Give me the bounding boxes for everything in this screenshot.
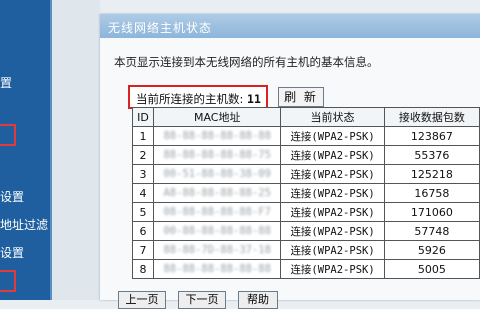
cell-status: 连接(WPA2-PSK) xyxy=(280,240,385,260)
cell-packets: 125218 xyxy=(383,164,480,184)
panel-title: 无线网络主机状态 xyxy=(108,21,213,35)
table-row: 3 00-51-88-88-38-09 连接(WPA2-PSK) 125218 xyxy=(131,164,480,184)
table-row: 8 88-88-88-88-88-88 连接(WPA2-PSK) 5005 xyxy=(131,259,480,279)
cell-packets: 123867 xyxy=(383,126,480,146)
cell-id: 1 xyxy=(131,126,155,146)
sidebar-item-label: 地址过滤 xyxy=(0,218,49,232)
cell-packets: 55376 xyxy=(383,145,480,165)
cell-id: 7 xyxy=(131,240,155,260)
help-button[interactable]: 帮助 xyxy=(238,291,278,309)
host-count-value: 11 xyxy=(247,92,261,106)
table-row: 2 88-88-88-88-88-75 连接(WPA2-PSK) 55376 xyxy=(131,145,480,165)
table-row: 6 00-88-88-88-88-88 连接(WPA2-PSK) 57748 xyxy=(131,221,480,241)
table-row: 5 08-88-88-88-88-F7 连接(WPA2-PSK) 171060 xyxy=(131,202,480,222)
cell-status: 连接(WPA2-PSK) xyxy=(280,183,385,203)
panel-header: 无线网络主机状态 xyxy=(100,14,480,38)
cell-id: 4 xyxy=(131,183,155,203)
cell-mac: 88-88-88-88-88-88 xyxy=(153,259,282,279)
cell-mac: A8-88-88-88-88-25 xyxy=(153,183,282,203)
col-header-status: 当前状态 xyxy=(280,107,385,127)
table-row: 4 A8-88-88-88-88-25 连接(WPA2-PSK) 16758 xyxy=(131,183,480,203)
sidebar-item-label: 设置 xyxy=(0,190,25,204)
cell-packets: 57748 xyxy=(383,221,480,241)
cell-mac: 00-88-88-88-88-88 xyxy=(153,221,282,241)
prev-page-button[interactable]: 上一页 xyxy=(118,291,166,309)
cell-id: 2 xyxy=(131,145,155,165)
content-gutter xyxy=(52,0,100,300)
sidebar-highlight-marker xyxy=(0,270,16,292)
sidebar-item-partial-2[interactable]: 设置 xyxy=(0,188,24,205)
sidebar-item-partial-3[interactable]: 设置 xyxy=(0,244,24,261)
cell-status: 连接(WPA2-PSK) xyxy=(280,164,385,184)
cell-mac: 88-88-7D-88-37-18 xyxy=(153,240,282,260)
table-row: 1 88-88-88-88-88-88 连接(WPA2-PSK) 123867 xyxy=(131,126,480,146)
col-header-mac: MAC地址 xyxy=(153,107,282,127)
host-table: ID MAC地址 当前状态 接收数据包数 1 88-88-88-88-88-88 连… xyxy=(131,107,480,279)
sidebar-item-partial-1[interactable]: 置 xyxy=(0,74,12,91)
cell-packets: 5926 xyxy=(383,240,480,260)
sidebar: 置 设置 地址过滤 设置 xyxy=(0,0,52,300)
cell-id: 8 xyxy=(131,259,155,279)
table-header-row: ID MAC地址 当前状态 接收数据包数 xyxy=(131,107,480,127)
refresh-button[interactable]: 刷 新 xyxy=(278,87,324,107)
cell-id: 5 xyxy=(131,202,155,222)
col-header-id: ID xyxy=(131,107,155,127)
sidebar-item-label: 置 xyxy=(0,76,13,90)
cell-packets: 171060 xyxy=(383,202,480,222)
col-header-packets: 接收数据包数 xyxy=(383,107,480,127)
cell-mac: 08-88-88-88-88-F7 xyxy=(153,202,282,222)
cell-status: 连接(WPA2-PSK) xyxy=(280,145,385,165)
host-count-box: 当前所连接的主机数: 11 xyxy=(128,85,268,109)
cell-status: 连接(WPA2-PSK) xyxy=(280,221,385,241)
cell-status: 连接(WPA2-PSK) xyxy=(280,126,385,146)
sidebar-highlight-marker xyxy=(0,124,16,146)
cell-mac: 88-88-88-88-88-75 xyxy=(153,145,282,165)
panel-description: 本页显示连接到本无线网络的所有主机的基本信息。 xyxy=(114,55,379,69)
cell-id: 3 xyxy=(131,164,155,184)
cell-status: 连接(WPA2-PSK) xyxy=(280,259,385,279)
sidebar-item-address-filter[interactable]: 地址过滤 xyxy=(0,216,48,233)
cell-packets: 16758 xyxy=(383,183,480,203)
table-row: 7 88-88-7D-88-37-18 连接(WPA2-PSK) 5926 xyxy=(131,240,480,260)
host-count-label: 当前所连接的主机数: 11 xyxy=(136,92,261,106)
sidebar-item-label: 设置 xyxy=(0,246,25,260)
cell-mac: 00-51-88-88-38-09 xyxy=(153,164,282,184)
cell-id: 6 xyxy=(131,221,155,241)
cell-status: 连接(WPA2-PSK) xyxy=(280,202,385,222)
cell-packets: 5005 xyxy=(383,259,480,279)
next-page-button[interactable]: 下一页 xyxy=(178,291,226,309)
cell-mac: 88-88-88-88-88-88 xyxy=(153,126,282,146)
